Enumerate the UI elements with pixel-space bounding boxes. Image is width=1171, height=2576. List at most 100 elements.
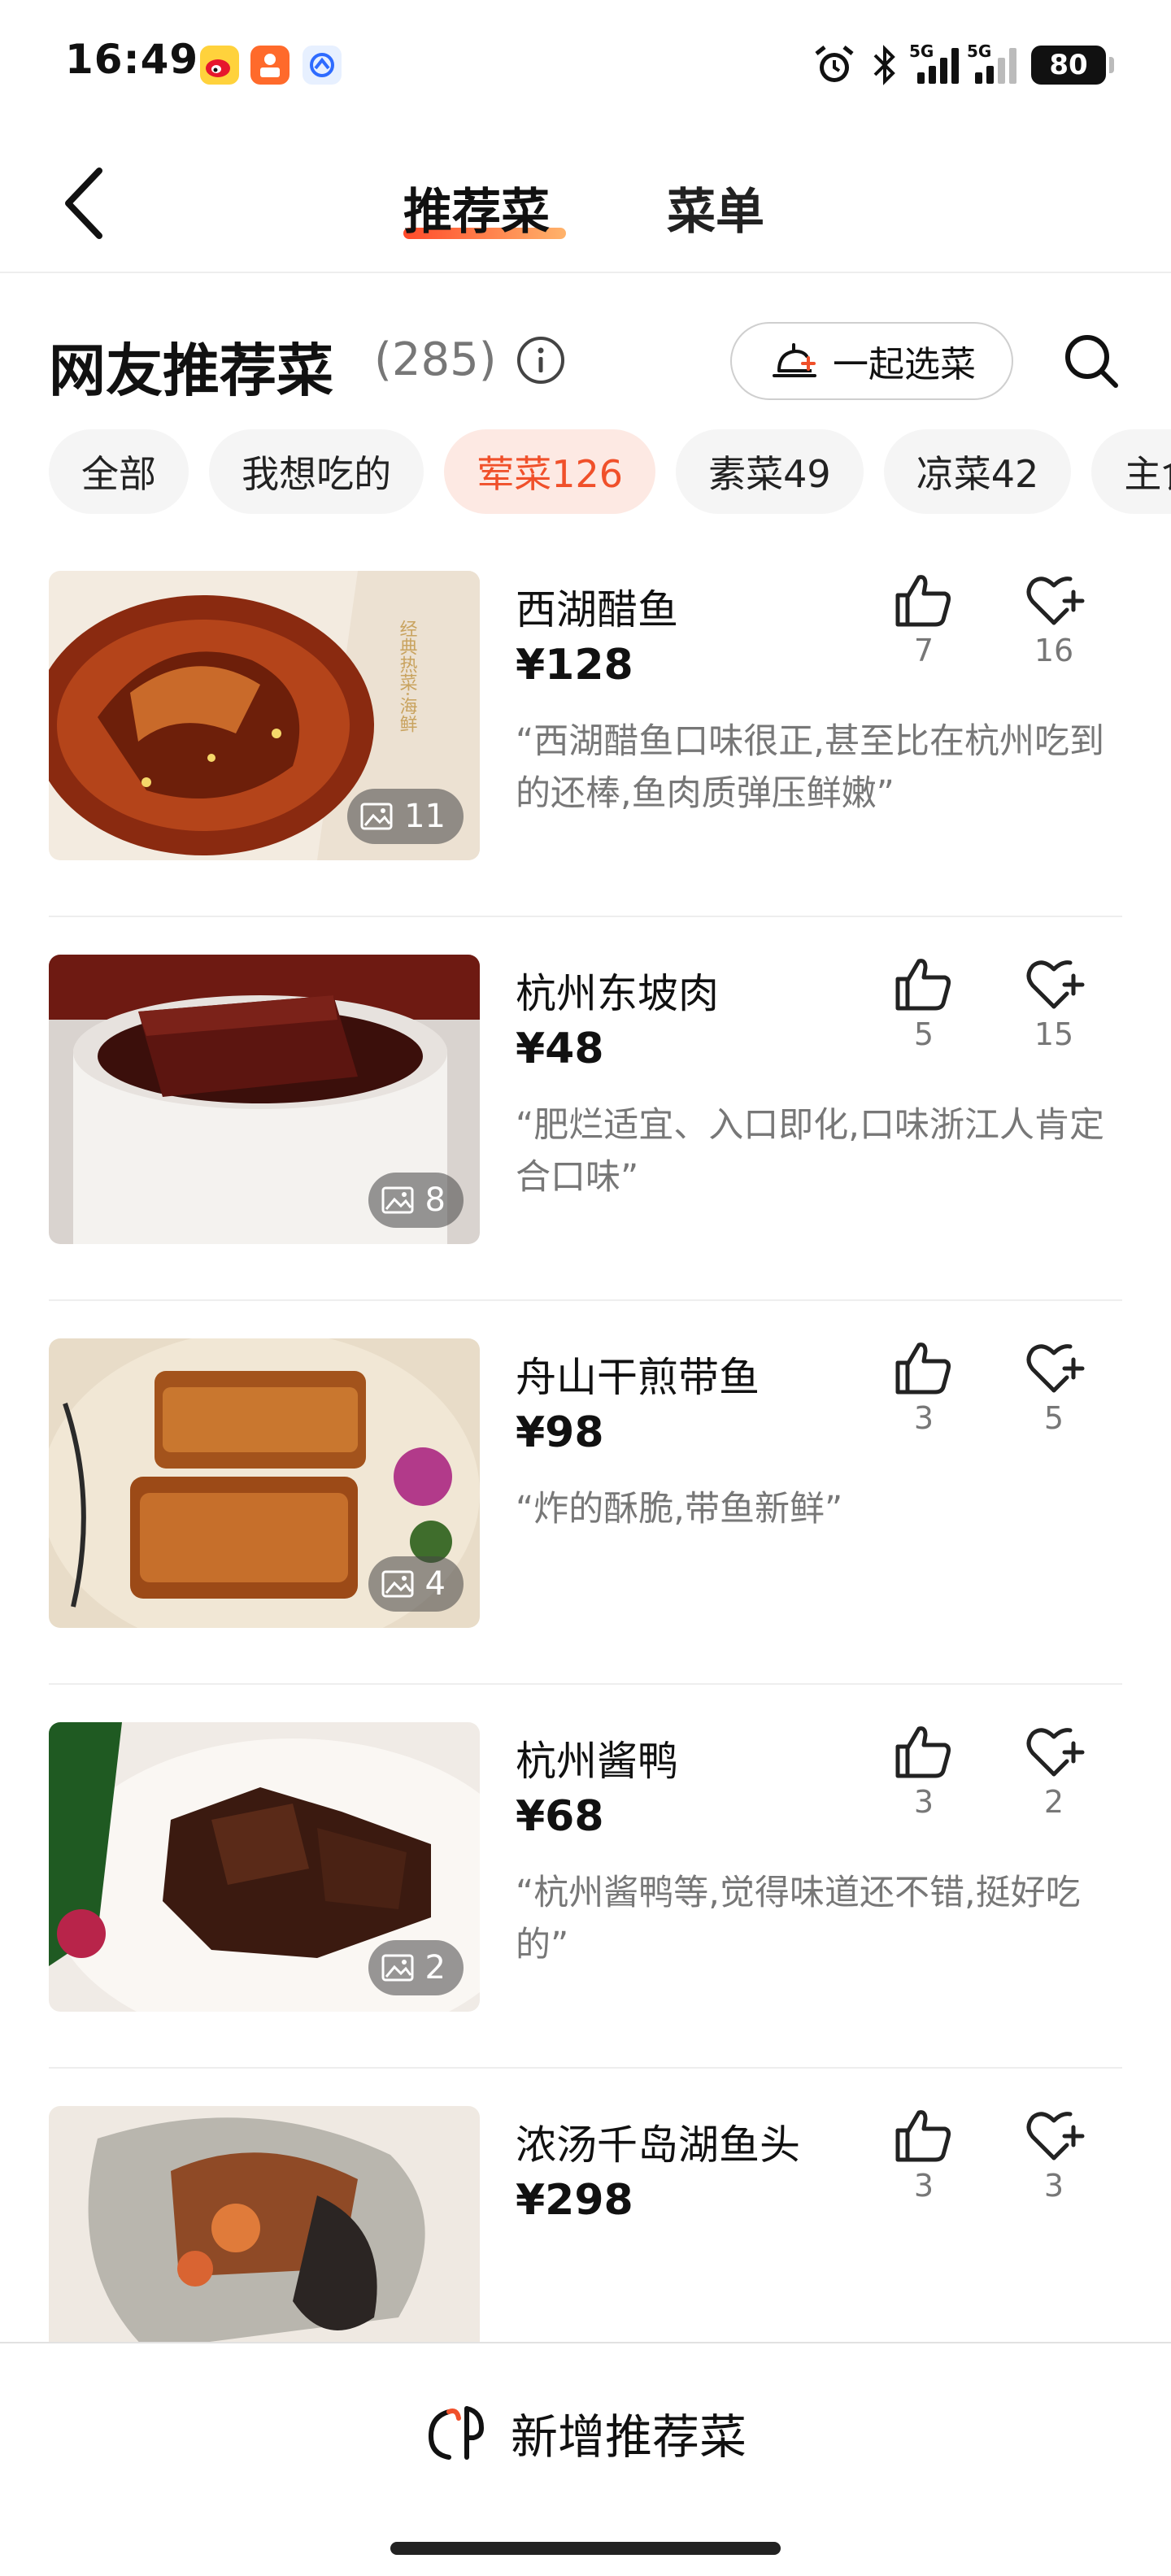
favorite-count: 5 xyxy=(1043,1400,1064,1436)
bottom-bar: 新增推荐菜 xyxy=(0,2342,1171,2521)
like-count: 3 xyxy=(913,1784,934,1820)
info-icon[interactable] xyxy=(516,335,566,385)
dish-name: 杭州酱鸭 xyxy=(516,1738,678,1785)
dish-cover-icon xyxy=(773,343,816,377)
like-button[interactable]: 3 xyxy=(883,2106,964,2204)
heart-plus-icon xyxy=(1026,960,1085,1009)
photo-count-badge[interactable]: 4 xyxy=(368,1556,464,1612)
favorite-button[interactable]: 5 xyxy=(1013,1338,1095,1436)
dish-name: 西湖醋鱼 xyxy=(516,586,678,633)
image-icon xyxy=(360,803,393,830)
favorite-count: 16 xyxy=(1034,633,1074,668)
like-count: 3 xyxy=(913,2168,934,2204)
filter-chip-meat[interactable]: 荤菜126 xyxy=(444,429,655,514)
thumbs-up-icon xyxy=(895,1342,951,1395)
like-button[interactable]: 5 xyxy=(883,955,964,1052)
photo-count: 2 xyxy=(424,1949,446,1986)
favorite-count: 3 xyxy=(1043,2168,1064,2204)
dish-price: ¥48 xyxy=(516,1025,604,1073)
like-count: 5 xyxy=(913,1016,934,1052)
dish-item[interactable]: 2 杭州酱鸭 ¥68 “杭州酱鸭等,觉得味道还不错,挺好吃的” 3 2 xyxy=(49,1722,1122,2109)
heart-plus-icon xyxy=(1026,577,1085,625)
search-icon[interactable] xyxy=(1060,330,1122,392)
like-button[interactable]: 3 xyxy=(883,1722,964,1820)
signal-icon: 5G xyxy=(909,41,959,84)
photo-count: 11 xyxy=(404,798,446,835)
divider xyxy=(49,2067,1122,2069)
add-recommend-button[interactable]: 新增推荐菜 xyxy=(0,2343,1171,2522)
status-bar: 16:49 5G 5G 80 xyxy=(0,0,1171,130)
thumbs-up-icon xyxy=(895,1726,951,1778)
favorite-button[interactable]: 16 xyxy=(1013,571,1095,668)
home-indicator[interactable] xyxy=(390,2542,781,2555)
filter-chip-want[interactable]: 我想吃的 xyxy=(209,429,424,514)
weibo-icon xyxy=(200,46,239,85)
dish-price: ¥128 xyxy=(516,641,633,690)
dish-photo[interactable]: 8 xyxy=(49,955,480,1244)
add-recommend-label: 新增推荐菜 xyxy=(510,2409,747,2465)
signal-icon: 5G xyxy=(967,41,1016,84)
divider xyxy=(49,1683,1122,1685)
alarm-icon xyxy=(815,46,854,82)
dish-name: 浓汤千岛湖鱼头 xyxy=(516,2121,800,2169)
favorite-button[interactable]: 15 xyxy=(1013,955,1095,1052)
favorite-count: 15 xyxy=(1034,1016,1074,1052)
photo-count: 4 xyxy=(424,1565,446,1603)
dish-quote: “炸的酥脆,带鱼新鲜” xyxy=(516,1489,843,1530)
photo-count: 8 xyxy=(424,1181,446,1219)
filter-chip-all[interactable]: 全部 xyxy=(49,429,189,514)
image-icon xyxy=(381,1954,414,1982)
dish-name: 舟山干煎带鱼 xyxy=(516,1354,760,1401)
image-icon xyxy=(381,1570,414,1598)
thumbs-up-icon xyxy=(895,2110,951,2162)
chef-icon xyxy=(428,2406,484,2460)
app-orange-icon xyxy=(250,46,289,85)
recommend-count: (285) xyxy=(374,333,497,386)
like-count: 7 xyxy=(913,633,934,668)
chevron-left-icon xyxy=(65,168,102,239)
app-blue-icon xyxy=(303,46,342,85)
divider xyxy=(49,916,1122,917)
dish-quote: “杭州酱鸭等,觉得味道还不错,挺好吃的” xyxy=(516,1873,1081,1965)
filter-chip-staple[interactable]: 主食 xyxy=(1091,429,1171,514)
dish-photo[interactable]: 4 xyxy=(49,1338,480,1628)
choose-together-button[interactable]: 一起选菜 xyxy=(730,322,1013,400)
tab-menu[interactable]: 菜单 xyxy=(667,172,764,243)
like-button[interactable]: 7 xyxy=(883,571,964,668)
dish-item[interactable]: 4 舟山干煎带鱼 ¥98 “炸的酥脆,带鱼新鲜” 3 5 xyxy=(49,1338,1122,1725)
photo-count-badge[interactable]: 2 xyxy=(368,1940,464,1995)
top-nav: 推荐菜 菜单 xyxy=(0,130,1171,273)
divider xyxy=(49,1299,1122,1301)
dish-photo[interactable]: 经典热菜·海鲜 11 xyxy=(49,571,480,860)
bluetooth-icon xyxy=(873,45,895,85)
photo-count-badge[interactable]: 11 xyxy=(347,789,464,844)
image-overlay-text: 经典热菜·海鲜 xyxy=(397,620,418,733)
heart-plus-icon xyxy=(1026,2112,1085,2160)
filter-chip-veg[interactable]: 素菜49 xyxy=(676,429,864,514)
dish-quote: “西湖醋鱼口味很正,甚至比在杭州吃到的还棒,鱼肉质弹压鲜嫩” xyxy=(516,721,1104,814)
thumbs-up-icon xyxy=(895,959,951,1011)
dish-price: ¥98 xyxy=(516,1408,604,1457)
dish-photo[interactable]: 2 xyxy=(49,1722,480,2012)
dish-price: ¥68 xyxy=(516,1792,604,1841)
back-button[interactable] xyxy=(49,163,122,244)
dish-item[interactable]: 经典热菜·海鲜 11 西湖醋鱼 ¥128 “西湖醋鱼口味很正,甚至比在杭州吃到的… xyxy=(49,571,1122,958)
status-time: 16:49 xyxy=(65,36,199,83)
choose-together-label: 一起选菜 xyxy=(833,344,976,385)
battery-icon: 80 xyxy=(1031,46,1114,85)
image-icon xyxy=(381,1186,414,1214)
status-icons: 5G 5G 80 xyxy=(812,39,1114,91)
dish-name: 杭州东坡肉 xyxy=(516,970,719,1017)
dish-item[interactable]: 8 杭州东坡肉 ¥48 “肥烂适宜、入口即化,口味浙江人肯定合口味” 5 15 xyxy=(49,955,1122,1342)
dish-price: ¥298 xyxy=(516,2176,633,2225)
tab-recommended[interactable]: 推荐菜 xyxy=(403,172,550,243)
filter-chips: 全部 我想吃的 荤菜126 素菜49 凉菜42 主食 xyxy=(49,429,1171,514)
filter-chip-cold[interactable]: 凉菜42 xyxy=(883,429,1072,514)
thumbs-up-icon xyxy=(895,575,951,627)
page-title: 网友推荐菜 xyxy=(49,337,333,404)
favorite-button[interactable]: 2 xyxy=(1013,1722,1095,1820)
photo-count-badge[interactable]: 8 xyxy=(368,1173,464,1228)
favorite-button[interactable]: 3 xyxy=(1013,2106,1095,2204)
like-button[interactable]: 3 xyxy=(883,1338,964,1436)
heart-plus-icon xyxy=(1026,1728,1085,1777)
